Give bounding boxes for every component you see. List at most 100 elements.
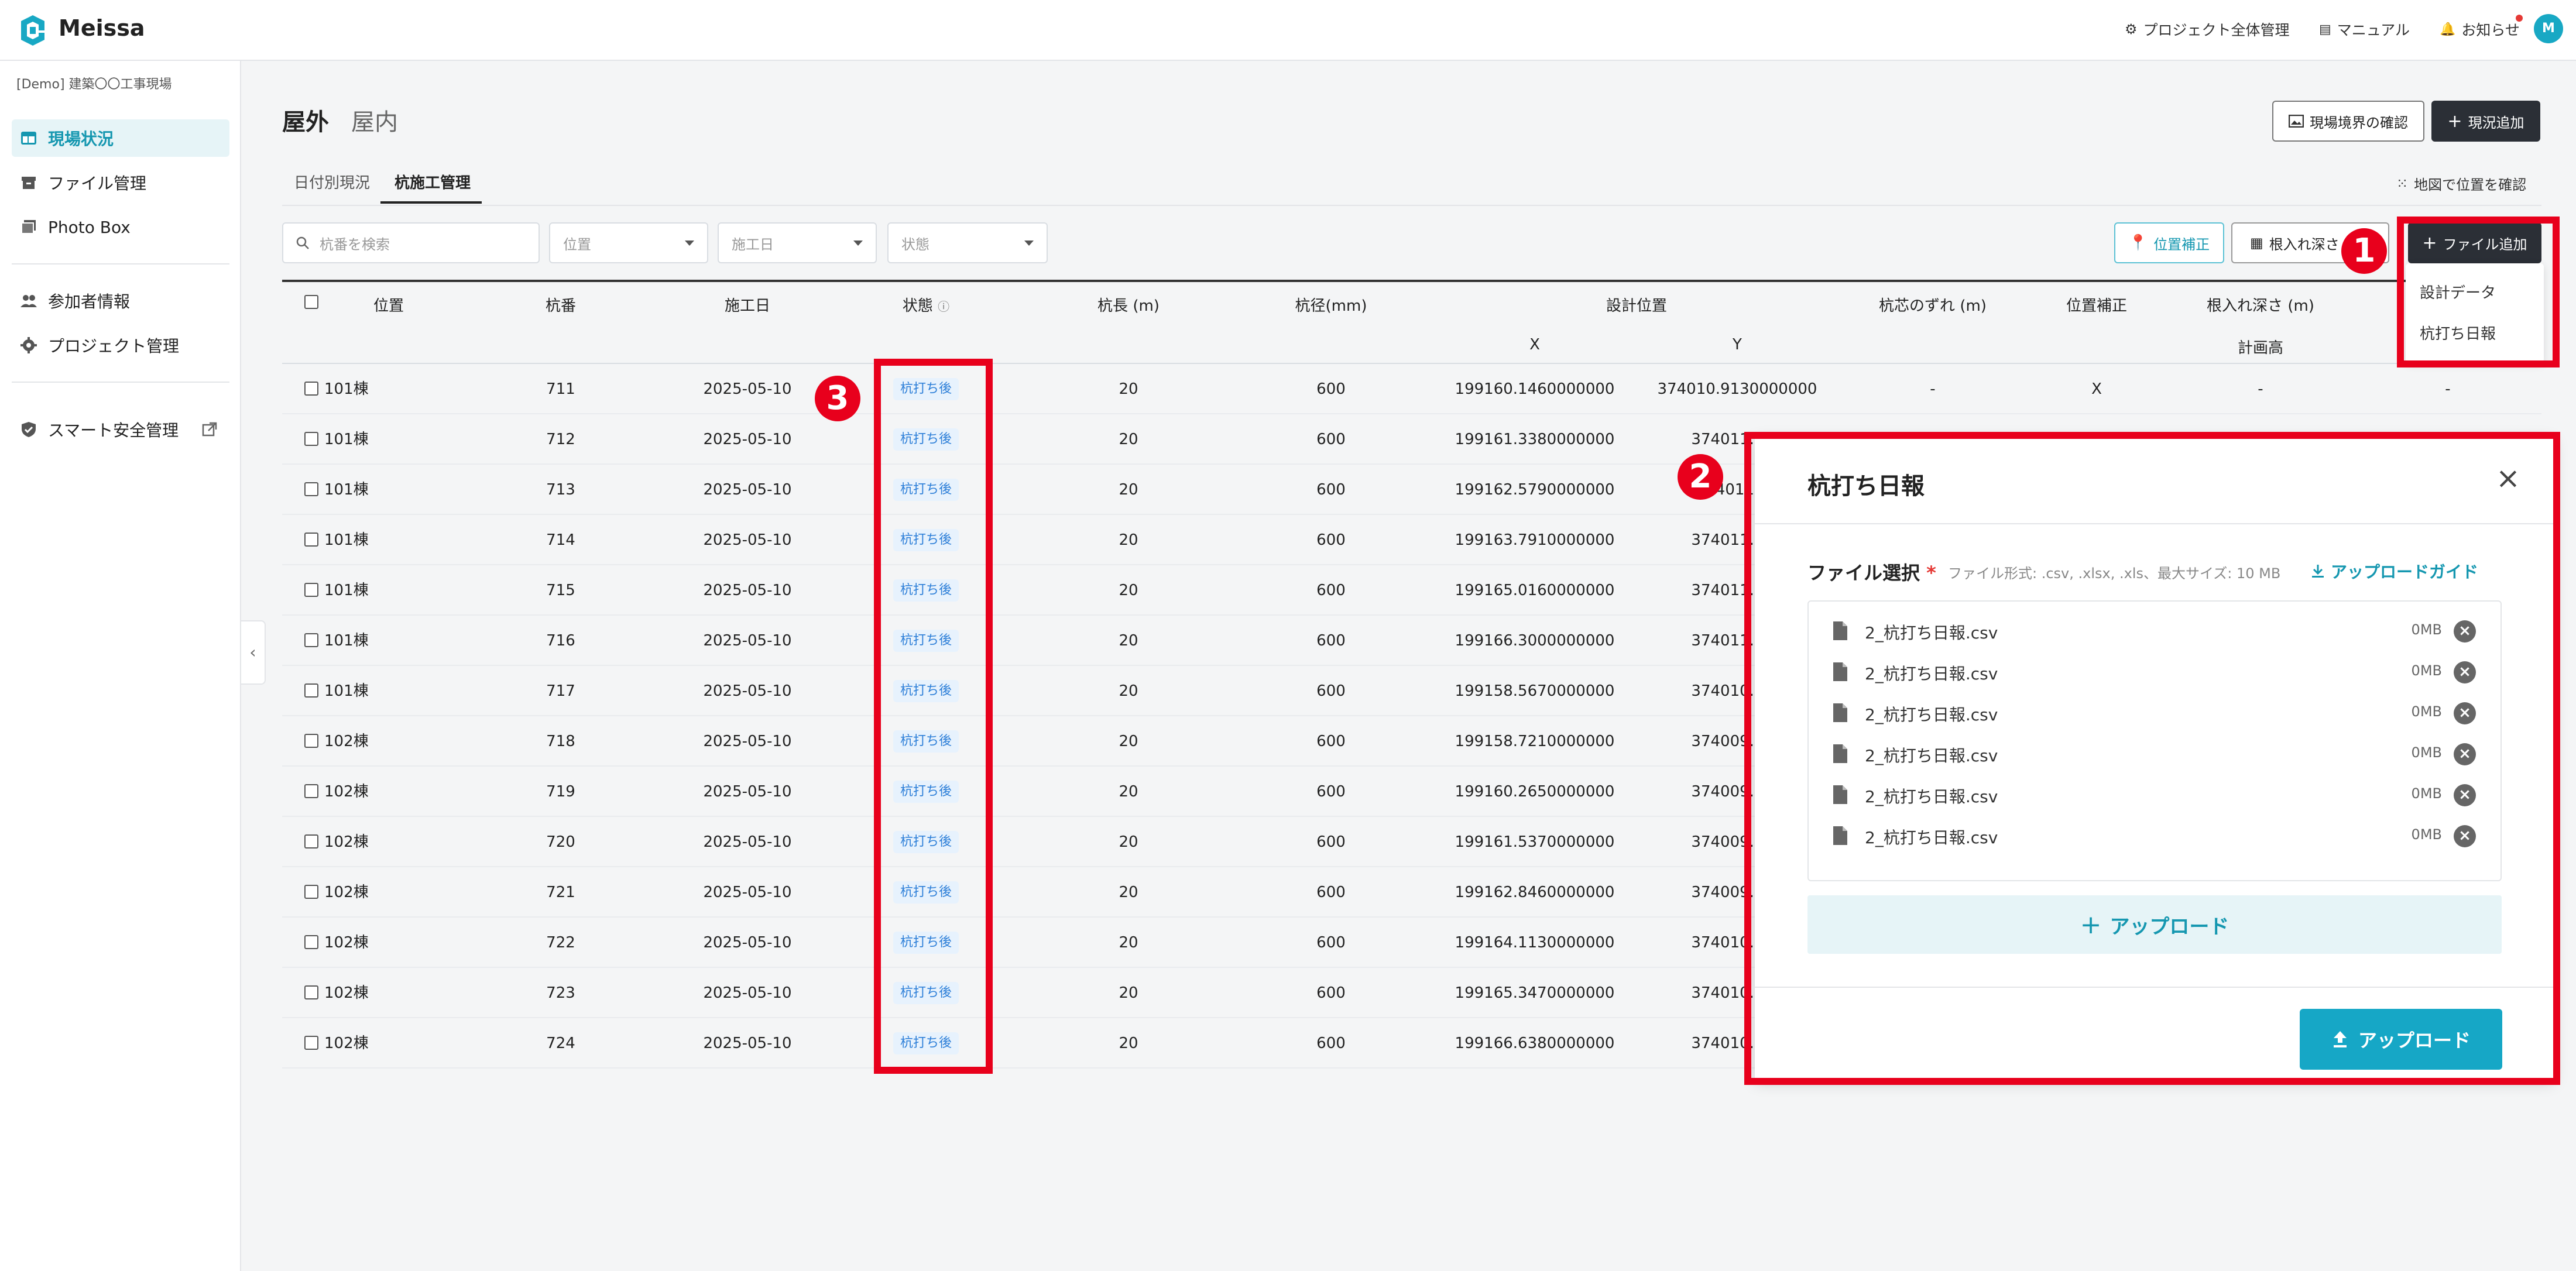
col-date[interactable]: 施工日 [725, 294, 770, 315]
status-select-label: 状態 [901, 236, 929, 253]
cell-x: 199158.7210000000 [1455, 733, 1615, 750]
cell-location: 102棟 [324, 1035, 369, 1052]
row-checkbox[interactable] [304, 683, 318, 698]
cell-corr: X [2091, 380, 2102, 398]
cell-dia: 600 [1316, 984, 1346, 1002]
col-length[interactable]: 杭長 (m) [1097, 294, 1160, 315]
row-checkbox[interactable] [304, 1036, 318, 1050]
cell-len: 20 [1119, 431, 1138, 448]
col-location[interactable]: 位置 [373, 294, 404, 315]
pile-search-input[interactable]: 杭番を検索 [282, 222, 540, 263]
col-status[interactable]: 状態 ⓘ [903, 294, 949, 315]
row-checkbox[interactable] [304, 885, 318, 899]
boundary-check-button[interactable]: 現場境界の確認 [2272, 101, 2424, 142]
sidebar-item-label: スマート安全管理 [48, 421, 179, 440]
position-correction-button[interactable]: 📍 位置補正 [2114, 222, 2224, 263]
tab-indoor[interactable]: 屋内 [351, 103, 398, 137]
map-location-link[interactable]: ⁙ 地図で位置を確認 [2396, 173, 2526, 194]
sidebar-divider [12, 382, 229, 383]
cell-location: 101棟 [324, 380, 369, 398]
gear-icon [20, 337, 37, 353]
cell-date: 2025-05-10 [703, 833, 792, 851]
add-status-button[interactable]: + 現況追加 [2431, 101, 2540, 142]
row-checkbox[interactable] [304, 935, 318, 949]
sidebar-item-file-management[interactable]: ファイル管理 [12, 164, 229, 201]
cell-no: 723 [546, 984, 575, 1002]
location-select-label: 位置 [563, 236, 591, 253]
sidebar-item-photo-box[interactable]: Photo Box [12, 208, 229, 246]
cell-date: 2025-05-10 [703, 733, 792, 750]
cell-x: 199166.6380000000 [1455, 1035, 1615, 1052]
cell-no: 715 [546, 582, 575, 599]
cell-depth: - [2445, 380, 2451, 398]
cell-dia: 600 [1316, 380, 1346, 398]
select-all-checkbox[interactable] [304, 295, 318, 309]
row-checkbox[interactable] [304, 985, 318, 999]
tab-outdoor[interactable]: 屋外 [282, 103, 329, 137]
date-select[interactable]: 施工日 [718, 222, 877, 263]
cell-dia: 600 [1316, 632, 1346, 650]
cell-date: 2025-05-10 [703, 380, 792, 398]
col-deviation[interactable]: 杭芯のずれ (m) [1879, 294, 1987, 315]
tab-daily-status[interactable]: 日付別現況 [294, 171, 370, 193]
cell-no: 717 [546, 682, 575, 700]
col-y: Y [1733, 336, 1742, 353]
sidebar-item-project-management[interactable]: プロジェクト管理 [12, 327, 229, 364]
sidebar-divider [12, 263, 229, 264]
info-icon: ⓘ [938, 300, 950, 314]
cell-location: 102棟 [324, 984, 369, 1002]
embed-depth-label: 根入れ深さ [2269, 236, 2340, 253]
row-checkbox[interactable] [304, 784, 318, 798]
archive-icon [22, 177, 36, 189]
col-correction[interactable]: 位置補正 [2066, 294, 2127, 315]
table-row[interactable]: 101棟 杭打ち後 711 2025-05-10 20 600 199160.1460000… [282, 364, 2541, 414]
avatar[interactable]: M [2534, 14, 2563, 43]
row-checkbox[interactable] [304, 633, 318, 647]
meissa-logo-icon[interactable] [15, 13, 50, 48]
row-checkbox[interactable] [304, 583, 318, 597]
cell-no: 719 [546, 783, 575, 801]
cell-location: 101棟 [324, 632, 369, 650]
row-checkbox[interactable] [304, 382, 318, 396]
sidebar-item-site-status[interactable]: 現場状況 [12, 119, 229, 157]
search-icon [296, 236, 309, 249]
notifications-link[interactable]: 🔔 お知らせ [2440, 19, 2520, 40]
row-checkbox[interactable] [304, 734, 318, 748]
cell-dia: 600 [1316, 884, 1346, 901]
manual-link[interactable]: ▤ マニュアル [2319, 19, 2410, 40]
sidebar-item-label: ファイル管理 [48, 174, 147, 193]
cell-location: 101棟 [324, 582, 369, 599]
photos-icon [21, 220, 36, 234]
project-settings-link[interactable]: ⚙ プロジェクト全体管理 [2125, 19, 2290, 40]
cell-len: 20 [1119, 733, 1138, 750]
cell-len: 20 [1119, 632, 1138, 650]
row-checkbox[interactable] [304, 834, 318, 849]
location-select[interactable]: 位置 [549, 222, 708, 263]
col-diameter[interactable]: 杭径(mm) [1295, 294, 1367, 315]
tab-pile-management[interactable]: 杭施工管理 [395, 171, 471, 193]
cell-x: 199162.8460000000 [1455, 884, 1615, 901]
row-checkbox[interactable] [304, 482, 318, 496]
sidebar-collapse-button[interactable]: ‹ [241, 620, 266, 685]
search-placeholder: 杭番を検索 [320, 236, 390, 253]
cell-no: 711 [546, 380, 575, 398]
cell-x: 199163.7910000000 [1455, 531, 1615, 549]
cell-len: 20 [1119, 582, 1138, 599]
cell-no: 724 [546, 1035, 575, 1052]
col-plan-height: 計画高 [2237, 339, 2284, 357]
row-checkbox[interactable] [304, 432, 318, 446]
cell-location: 101棟 [324, 431, 369, 448]
bell-icon: 🔔 [2440, 22, 2456, 37]
sidebar-item-smart-safety[interactable]: スマート安全管理 [12, 411, 229, 448]
col-pile-no[interactable]: 杭番 [546, 294, 576, 315]
col-depth[interactable]: 根入れ深さ (m) [2207, 294, 2314, 315]
position-correction-label: 位置補正 [2153, 236, 2210, 253]
row-checkbox[interactable] [304, 533, 318, 547]
plus-icon: + [2447, 111, 2462, 132]
status-select[interactable]: 状態 [887, 222, 1048, 263]
sidebar-item-participants[interactable]: 参加者情報 [12, 282, 229, 320]
book-icon: ▤ [2319, 22, 2331, 37]
cell-x: 199161.5370000000 [1455, 833, 1615, 851]
annotation-marker-3: 3 [815, 376, 860, 421]
cell-location: 102棟 [324, 833, 369, 851]
